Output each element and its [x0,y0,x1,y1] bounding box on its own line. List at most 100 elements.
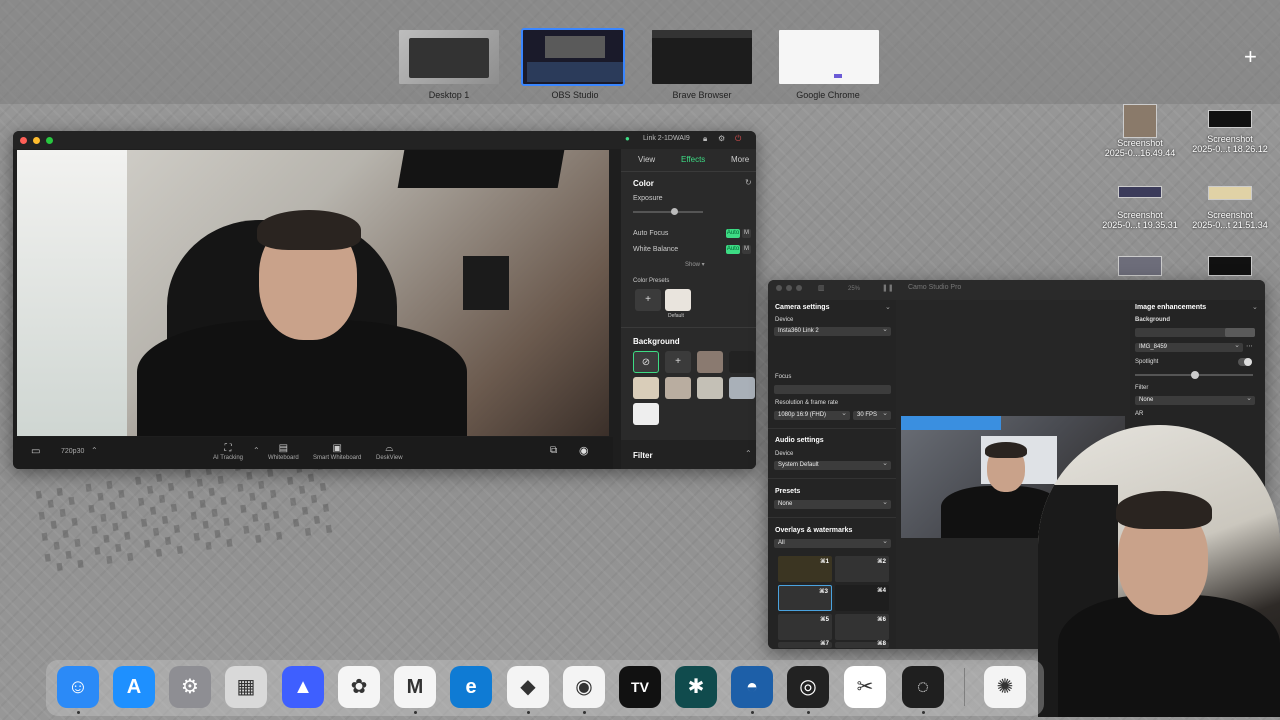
overlay-slot[interactable]: ⌘4 [835,585,889,611]
maximize-window-button[interactable] [46,137,53,144]
openai-icon[interactable]: ✺ [984,666,1026,708]
system-settings-icon[interactable]: ⚙ [169,666,211,708]
chevron-up-icon[interactable]: ⌃ [745,449,752,458]
sidebar-toggle-icon[interactable]: ▥ [818,284,825,292]
chatgpt-icon[interactable]: ◌ [902,666,944,708]
maximize-window-button[interactable] [796,285,802,291]
background-image-option[interactable] [697,377,723,399]
tab-effects[interactable]: Effects [681,155,705,164]
gear-icon[interactable]: ⚙ [718,134,725,143]
filter-select[interactable]: None [1135,394,1255,405]
background-image-option[interactable] [633,377,659,399]
show-more-button[interactable]: Show ▾ [685,261,705,268]
obs-icon[interactable]: ◎ [787,666,829,708]
lock-icon[interactable]: 🔒︎ [703,134,707,144]
overlay-slot[interactable]: ⌘7 [778,641,832,648]
close-window-button[interactable] [776,285,782,291]
capcut-icon[interactable]: ✂ [844,666,886,708]
overlay-slot[interactable]: ⌘3 [778,585,832,611]
space-brave-browser[interactable] [650,28,754,86]
fps-select[interactable]: 30 FPS [853,409,891,420]
chevron-down-icon[interactable]: ⌄ [1252,303,1258,311]
photos-icon[interactable]: ✿ [338,666,380,708]
camera-settings-header[interactable]: Camera settings [775,304,829,311]
snapshot-icon[interactable]: ⧉ [550,445,557,456]
white-balance-auto-button[interactable]: Auto [726,245,740,254]
white-balance-manual-button[interactable]: M [742,245,751,254]
spotlight-slider[interactable] [1135,371,1253,379]
desktop-file[interactable]: Screenshot 2025-0...16.49.44 [1095,104,1185,158]
nordvpn-icon[interactable]: ▲ [282,666,324,708]
default-preset-thumb[interactable] [665,289,691,311]
selected-mode[interactable] [1225,328,1255,337]
auto-focus-manual-button[interactable]: M [742,229,751,238]
power-icon[interactable]: ⏻ [735,134,741,144]
app-store-icon[interactable]: A [113,666,155,708]
chevron-up-icon[interactable]: ⌃ [253,446,260,455]
slider-knob[interactable] [1191,371,1199,379]
chrome-icon[interactable]: ◉ [563,666,605,708]
close-window-button[interactable] [20,137,27,144]
slider-knob[interactable] [671,208,678,215]
tradingview-icon[interactable]: TV [619,666,661,708]
background-mode-selector[interactable] [1135,328,1255,337]
chevron-up-icon[interactable]: ⌃ [91,446,98,455]
perplexity-icon[interactable]: ✱ [675,666,717,708]
overlay-slot[interactable]: ⌘5 [778,614,832,640]
camo-icon[interactable]: ◓ [731,666,773,708]
presets-header[interactable]: Presets [775,488,800,495]
desktop-file[interactable]: Screenshot 2025-0...t 18.26.12 [1185,110,1275,154]
auto-focus-auto-button[interactable]: Auto [726,229,740,238]
desktop-file[interactable] [1095,256,1185,276]
smart-whiteboard-button[interactable]: ▣ Smart Whiteboard [313,443,361,461]
minimize-window-button[interactable] [33,137,40,144]
add-preset-button[interactable]: + [635,289,661,311]
more-options-icon[interactable]: ⋯ [1246,342,1253,350]
overlay-slot[interactable]: ⌘1 [778,556,832,582]
brave-icon[interactable]: ◆ [507,666,549,708]
overlay-slot[interactable]: ⌘2 [835,556,889,582]
resolution-label[interactable]: 720p30 [61,448,84,455]
space-obs-studio[interactable] [521,28,625,86]
exposure-slider[interactable] [633,208,703,215]
overlays-filter-select[interactable]: All [774,537,891,548]
device-select[interactable]: Insta360 Link 2 [774,325,891,336]
blur-background-option[interactable] [697,351,723,373]
space-google-chrome[interactable] [777,28,881,86]
zoom-level[interactable]: 25% [848,286,860,292]
background-image-select[interactable]: IMG_8459 [1135,341,1243,352]
background-image-option[interactable] [729,377,755,399]
add-space-button[interactable]: + [1244,44,1257,70]
audio-settings-header[interactable]: Audio settings [775,437,824,444]
overlays-header[interactable]: Overlays & watermarks [775,527,852,534]
edge-icon[interactable]: e [450,666,492,708]
desktop-file[interactable]: Screenshot 2025-0...t 19.35.31 [1095,186,1185,230]
bokeh-background-option[interactable] [729,351,755,373]
overlay-slot[interactable]: ⌘6 [835,614,889,640]
spotlight-toggle[interactable] [1238,358,1252,366]
background-image-option[interactable] [633,403,659,425]
camera-pip-overlay[interactable] [1038,425,1280,717]
add-background-button[interactable]: + [665,351,691,373]
reset-icon[interactable]: ↻ [745,178,752,187]
resolution-select[interactable]: 1080p 16:9 (FHD) [774,409,850,420]
deskview-button[interactable]: ⌓ DeskView [376,443,403,461]
desktop-file[interactable] [1185,256,1275,276]
desktop-file[interactable]: Screenshot 2025-0...t 21.51.34 [1185,186,1275,230]
finder-icon[interactable]: ☺ [57,666,99,708]
tab-view[interactable]: View [638,155,655,164]
gmail-icon[interactable]: M [394,666,436,708]
image-enhancements-header[interactable]: Image enhancements [1135,304,1206,311]
record-icon[interactable]: ◉ [579,444,589,457]
audio-device-select[interactable]: System Default [774,459,891,470]
camera-icon[interactable]: ▭ [31,446,40,457]
tab-more[interactable]: More [731,155,749,164]
no-background-button[interactable]: ⊘ [633,351,659,373]
ai-tracking-button[interactable]: ⛶ AI Tracking [213,443,243,461]
launchpad-icon[interactable]: ▦ [225,666,267,708]
space-desktop-1[interactable] [397,28,501,86]
chevron-down-icon[interactable]: ⌄ [885,303,891,311]
whiteboard-button[interactable]: ▤ Whiteboard [268,443,299,461]
minimize-window-button[interactable] [786,285,792,291]
background-image-option[interactable] [665,377,691,399]
